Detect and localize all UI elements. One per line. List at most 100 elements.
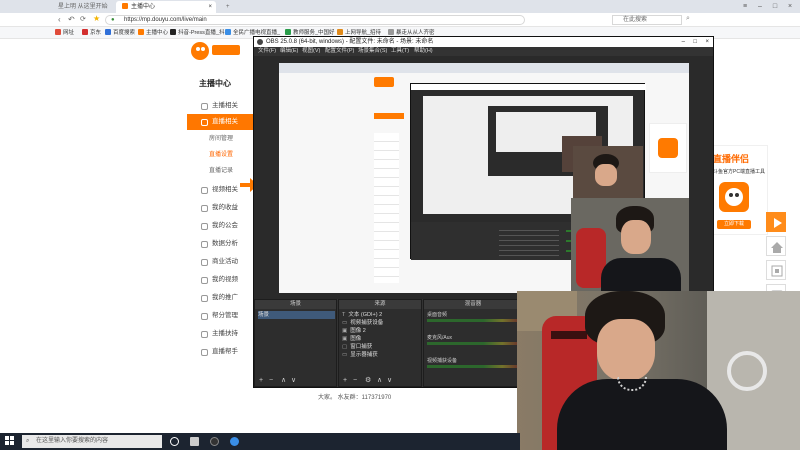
scene-item[interactable]: 场景 bbox=[258, 311, 335, 319]
bookmark-item[interactable]: 网址 bbox=[55, 29, 74, 37]
source-item[interactable]: ▣ 图像 bbox=[342, 335, 361, 343]
source-item[interactable]: T 文本 (GDI+) 2 bbox=[342, 311, 382, 319]
scenes-header: 场景 bbox=[255, 300, 336, 309]
coin-icon bbox=[201, 205, 208, 212]
move-down-button[interactable]: ∨ bbox=[291, 376, 296, 384]
window-icon: ▢ bbox=[342, 344, 348, 350]
source-settings-icon[interactable]: ⚙ bbox=[365, 376, 371, 384]
search-input[interactable]: 在此搜索 bbox=[612, 15, 682, 25]
nested-webcam-face bbox=[595, 164, 617, 186]
nested-webcam-overlay bbox=[571, 198, 689, 293]
hand-icon bbox=[201, 331, 208, 338]
nested-obs-titlebar bbox=[411, 84, 646, 90]
bookmark-item[interactable]: 京东 bbox=[82, 29, 101, 37]
sidebar-item-label: 数据分析 bbox=[212, 240, 238, 247]
search-icon[interactable]: ⌕ bbox=[686, 15, 690, 23]
bookmark-item[interactable]: 抖音-Press直播_抖 bbox=[170, 29, 224, 37]
sidebar-item-label: 我的公会 bbox=[212, 222, 238, 229]
close-tab-icon[interactable]: × bbox=[208, 1, 212, 13]
download-button[interactable]: 立即下载 bbox=[717, 220, 751, 229]
source-item[interactable]: ▭ 显示器捕获 bbox=[342, 351, 378, 359]
browser-toolbar: ‹ ↶ ⟳ ★ ● https://mp.douyu.com/live/main… bbox=[0, 13, 800, 27]
tab-live-center[interactable]: 主播中心 × bbox=[116, 1, 216, 13]
sources-header: 来源 bbox=[339, 300, 421, 309]
text-icon: T bbox=[342, 312, 346, 318]
add-source-button[interactable]: + bbox=[343, 377, 347, 384]
menu-view[interactable]: 视图(V) bbox=[302, 47, 320, 56]
source-item[interactable]: ▣ 图像 2 bbox=[342, 327, 366, 335]
douyu-favicon-icon bbox=[122, 3, 128, 9]
menu-profile[interactable]: 配置文件(P) bbox=[325, 47, 354, 56]
undo-icon[interactable]: ↶ bbox=[68, 15, 75, 24]
obs-menu-bar: 文件(F) 编辑(E) 视图(V) 配置文件(P) 场景集合(S) 工具(T) … bbox=[254, 47, 713, 56]
taskbar-search-placeholder: 在这里输入你要搜索的内容 bbox=[36, 438, 109, 444]
move-up-button[interactable]: ∧ bbox=[281, 376, 286, 384]
footer-text: 大家。 水友群：117371970 bbox=[318, 395, 392, 401]
star-icon[interactable]: ★ bbox=[93, 14, 100, 23]
nested-tab-bar bbox=[279, 63, 689, 73]
obs-taskbar-icon[interactable] bbox=[210, 437, 219, 446]
taskbar-search-input[interactable]: ⌕ 在这里输入你要搜索的内容 bbox=[22, 435, 162, 448]
task-view-icon[interactable] bbox=[190, 437, 199, 446]
menu-help[interactable]: 帮助(H) bbox=[414, 47, 433, 56]
cortana-icon[interactable] bbox=[170, 437, 179, 446]
bookmark-icon bbox=[388, 29, 394, 35]
bookmark-icon bbox=[105, 29, 111, 35]
bookmark-icon bbox=[170, 29, 176, 35]
menu-edit[interactable]: 编辑(E) bbox=[280, 47, 298, 56]
chair-stripe bbox=[551, 331, 587, 339]
windows-start-icon[interactable] bbox=[5, 436, 15, 446]
chart-icon bbox=[201, 241, 208, 248]
refresh-icon[interactable]: ⟳ bbox=[80, 15, 86, 23]
minimize-icon[interactable]: – bbox=[755, 2, 765, 11]
audio-meter bbox=[427, 319, 521, 322]
maximize-icon[interactable]: □ bbox=[770, 2, 780, 11]
browser-taskbar-icon[interactable] bbox=[230, 437, 239, 446]
source-label: 显示器捕获 bbox=[350, 352, 378, 358]
menu-file[interactable]: 文件(F) bbox=[258, 47, 276, 56]
source-item[interactable]: ▢ 窗口捕获 bbox=[342, 343, 372, 351]
source-item[interactable]: ▭ 视频捕获设备 bbox=[342, 319, 383, 327]
audio-meter bbox=[427, 342, 521, 345]
bookmark-item[interactable]: 主播中心 bbox=[138, 29, 168, 37]
tab-home[interactable]: 星上明 从这里开始 bbox=[52, 1, 114, 13]
bookmark-icon bbox=[337, 29, 343, 35]
menu-icon[interactable]: ≡ bbox=[740, 2, 750, 11]
remove-source-button[interactable]: − bbox=[353, 377, 357, 384]
back-icon[interactable]: ‹ bbox=[58, 15, 61, 24]
move-down-button[interactable]: ∨ bbox=[387, 376, 392, 384]
add-scene-button[interactable]: + bbox=[259, 377, 263, 384]
maximize-icon[interactable]: □ bbox=[693, 37, 697, 47]
tab-label: 主播中心 bbox=[131, 4, 156, 10]
bookmark-item[interactable]: 百度搜索 bbox=[105, 29, 135, 37]
sidebar-item-label: 主播相关 bbox=[212, 102, 238, 109]
sidebar-item-label: 我的收益 bbox=[212, 204, 238, 211]
bookmark-icon bbox=[138, 29, 144, 35]
streamer-shirt bbox=[557, 379, 727, 450]
home-icon[interactable] bbox=[766, 236, 786, 256]
sidebar-item-label: 商业活动 bbox=[212, 258, 238, 265]
live-icon[interactable] bbox=[766, 212, 786, 232]
address-input[interactable]: ● https://mp.douyu.com/live/main bbox=[105, 15, 525, 25]
bag-icon bbox=[201, 259, 208, 266]
close-window-icon[interactable]: × bbox=[705, 37, 709, 47]
menu-tools[interactable]: 工具(T) bbox=[391, 47, 409, 56]
menu-scene-collection[interactable]: 场景集合(S) bbox=[358, 47, 387, 56]
bookmark-icon bbox=[225, 29, 231, 35]
remove-scene-button[interactable]: − bbox=[269, 377, 273, 384]
obs-preview[interactable] bbox=[279, 63, 689, 293]
bookmark-icon bbox=[285, 29, 291, 35]
nested-face bbox=[621, 220, 651, 254]
minimize-icon[interactable]: – bbox=[682, 37, 685, 47]
browser-tab-bar: 星上明 从这里开始 主播中心 × + ≡ – □ × bbox=[0, 0, 800, 13]
douyu-logo[interactable] bbox=[190, 40, 245, 62]
mixer-dock: 混音器 桌面音频 麦克风/Aux 视频捕获设备 bbox=[423, 299, 523, 387]
sidebar-item-label: 帮分管理 bbox=[212, 312, 238, 319]
qrcode-icon[interactable] bbox=[766, 260, 786, 280]
source-label: 窗口捕获 bbox=[350, 344, 373, 350]
sidebar-item-label: 主播扶持 bbox=[212, 330, 238, 337]
close-window-icon[interactable]: × bbox=[785, 2, 795, 11]
new-tab-button[interactable]: + bbox=[220, 1, 236, 13]
scenes-dock: 场景 场景 + − ∧ ∨ bbox=[254, 299, 337, 387]
move-up-button[interactable]: ∧ bbox=[377, 376, 382, 384]
